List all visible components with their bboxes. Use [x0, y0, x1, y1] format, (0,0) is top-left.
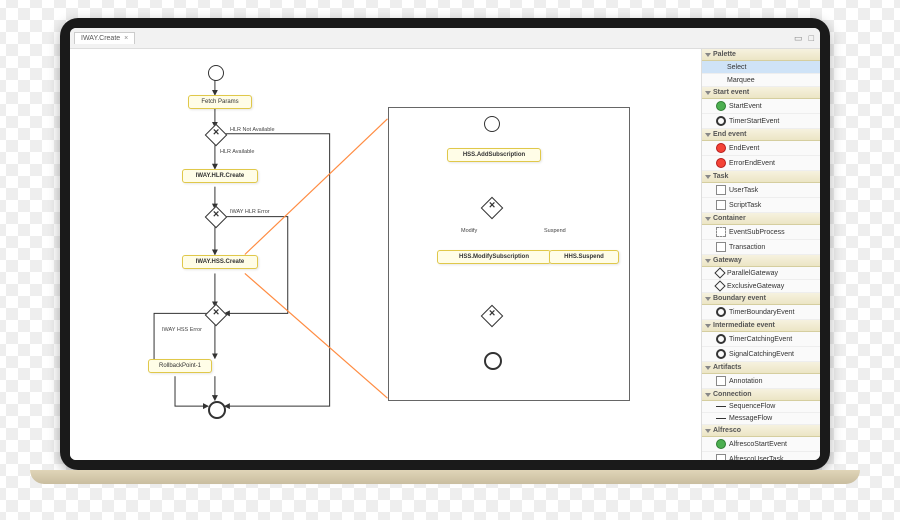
task-suspend[interactable]: HHS.Suspend	[549, 250, 619, 264]
palette-group-container[interactable]: Container	[702, 213, 820, 225]
task-fetch-params[interactable]: Fetch Params	[188, 95, 252, 109]
laptop-base	[30, 470, 860, 484]
detail-start-event[interactable]	[484, 116, 500, 132]
palette-item-transaction[interactable]: Transaction	[702, 240, 820, 255]
palette-group-task[interactable]: Task	[702, 171, 820, 183]
palette-item-label: SequenceFlow	[729, 403, 775, 410]
palette-item-parallel[interactable]: ParallelGateway	[702, 267, 820, 280]
palette-group-start-event[interactable]: Start event	[702, 87, 820, 99]
close-icon[interactable]: ×	[124, 35, 128, 42]
palette-item-label: TimerCatchingEvent	[729, 336, 792, 343]
palette-item-label: EndEvent	[729, 145, 759, 152]
palette-item-label: ParallelGateway	[727, 270, 778, 277]
tab-bar: IWAY.Create × ▭ □	[70, 28, 820, 49]
app-window: IWAY.Create × ▭ □	[70, 28, 820, 460]
palette-item-label: EventSubProcess	[729, 229, 785, 236]
palette-item-label: Annotation	[729, 378, 762, 385]
palette-item-annotation[interactable]: Annotation	[702, 374, 820, 389]
subprocess-detail[interactable]: HSS.AddSubscription Modify Suspend HSS.M…	[388, 107, 630, 401]
label-modify: Modify	[461, 228, 477, 234]
palette-item-label: ScriptTask	[729, 202, 761, 209]
palette-item-label: ErrorEndEvent	[729, 160, 775, 167]
label-hlr-error: IWAY HLR Error	[230, 209, 270, 215]
palette-item-alfstart[interactable]: AlfrescoStartEvent	[702, 437, 820, 452]
palette-panel: Palette Select Marquee Start event StartEven…	[701, 49, 820, 460]
label-hlr-not-available: HLR Not Available	[230, 127, 275, 133]
label-hlr-available: HLR Available	[220, 149, 254, 155]
palette-item-select[interactable]: Select	[702, 61, 820, 74]
end-event[interactable]	[208, 401, 226, 419]
gateway-2[interactable]	[205, 206, 228, 229]
laptop-frame: IWAY.Create × ▭ □	[60, 18, 830, 470]
palette-item-startevent[interactable]: StartEvent	[702, 99, 820, 114]
palette-item-label: AlfrescoStartEvent	[729, 441, 787, 448]
palette-item-timerbound[interactable]: TimerBoundaryEvent	[702, 305, 820, 320]
gateway-1[interactable]	[205, 124, 228, 147]
gateway-3[interactable]	[205, 304, 228, 327]
palette-item-label: TimerStartEvent	[729, 118, 779, 125]
palette-item-label: SignalCatchingEvent	[729, 351, 794, 358]
diagram-canvas[interactable]: Fetch Params HLR Not Available HLR Avail…	[70, 49, 701, 460]
window-controls: ▭ □	[794, 33, 814, 44]
detail-gateway-1[interactable]	[481, 197, 504, 220]
palette-item-label: UserTask	[729, 187, 758, 194]
palette-item-timerstart[interactable]: TimerStartEvent	[702, 114, 820, 129]
tab-title: IWAY.Create	[81, 35, 120, 42]
minimize-icon[interactable]: ▭	[794, 33, 803, 44]
palette-header[interactable]: Palette	[702, 49, 820, 61]
label-suspend: Suspend	[544, 228, 566, 234]
palette-item-label: Marquee	[727, 77, 755, 84]
palette-group-artifacts[interactable]: Artifacts	[702, 362, 820, 374]
palette-item-label: Transaction	[729, 244, 765, 251]
palette-item-exclusive[interactable]: ExclusiveGateway	[702, 280, 820, 293]
task-modify-subscription[interactable]: HSS.ModifySubscription	[437, 250, 551, 264]
detail-end-event[interactable]	[484, 352, 502, 370]
palette-group-connection[interactable]: Connection	[702, 389, 820, 401]
palette-item-label: TimerBoundaryEvent	[729, 309, 795, 316]
palette-item-alfuser[interactable]: AlfrescoUserTask	[702, 452, 820, 460]
palette-item-eventsub[interactable]: EventSubProcess	[702, 225, 820, 240]
palette-item-label: MessageFlow	[729, 415, 772, 422]
palette-item-endevent[interactable]: EndEvent	[702, 141, 820, 156]
task-add-subscription[interactable]: HSS.AddSubscription	[447, 148, 541, 162]
task-hss-create[interactable]: IWAY.HSS.Create	[182, 255, 258, 269]
palette-item-timercatch[interactable]: TimerCatchingEvent	[702, 332, 820, 347]
palette-item-seqflow[interactable]: SequenceFlow	[702, 401, 820, 413]
task-rollback[interactable]: RollbackPoint-1	[148, 359, 212, 373]
palette-group-gateway[interactable]: Gateway	[702, 255, 820, 267]
palette-item-label: Select	[727, 64, 746, 71]
palette-group-alfresco[interactable]: Alfresco	[702, 425, 820, 437]
palette-item-msgflow[interactable]: MessageFlow	[702, 413, 820, 425]
palette-item-label: AlfrescoUserTask	[729, 456, 783, 461]
start-event[interactable]	[208, 65, 224, 81]
palette-group-end-event[interactable]: End event	[702, 129, 820, 141]
palette-item-label: StartEvent	[729, 103, 762, 110]
palette-item-errorend[interactable]: ErrorEndEvent	[702, 156, 820, 171]
editor-tab[interactable]: IWAY.Create ×	[74, 32, 135, 44]
palette-group-intermediate-event[interactable]: Intermediate event	[702, 320, 820, 332]
maximize-icon[interactable]: □	[809, 33, 814, 44]
palette-group-boundary-event[interactable]: Boundary event	[702, 293, 820, 305]
palette-item-usertask[interactable]: UserTask	[702, 183, 820, 198]
palette-item-scripttask[interactable]: ScriptTask	[702, 198, 820, 213]
palette-item-label: ExclusiveGateway	[727, 283, 784, 290]
detail-gateway-2[interactable]	[481, 305, 504, 328]
palette-item-signalcatch[interactable]: SignalCatchingEvent	[702, 347, 820, 362]
task-hlr-create[interactable]: IWAY.HLR.Create	[182, 169, 258, 183]
palette-item-marquee[interactable]: Marquee	[702, 74, 820, 87]
label-hss-error: IWAY HSS Error	[162, 327, 202, 333]
